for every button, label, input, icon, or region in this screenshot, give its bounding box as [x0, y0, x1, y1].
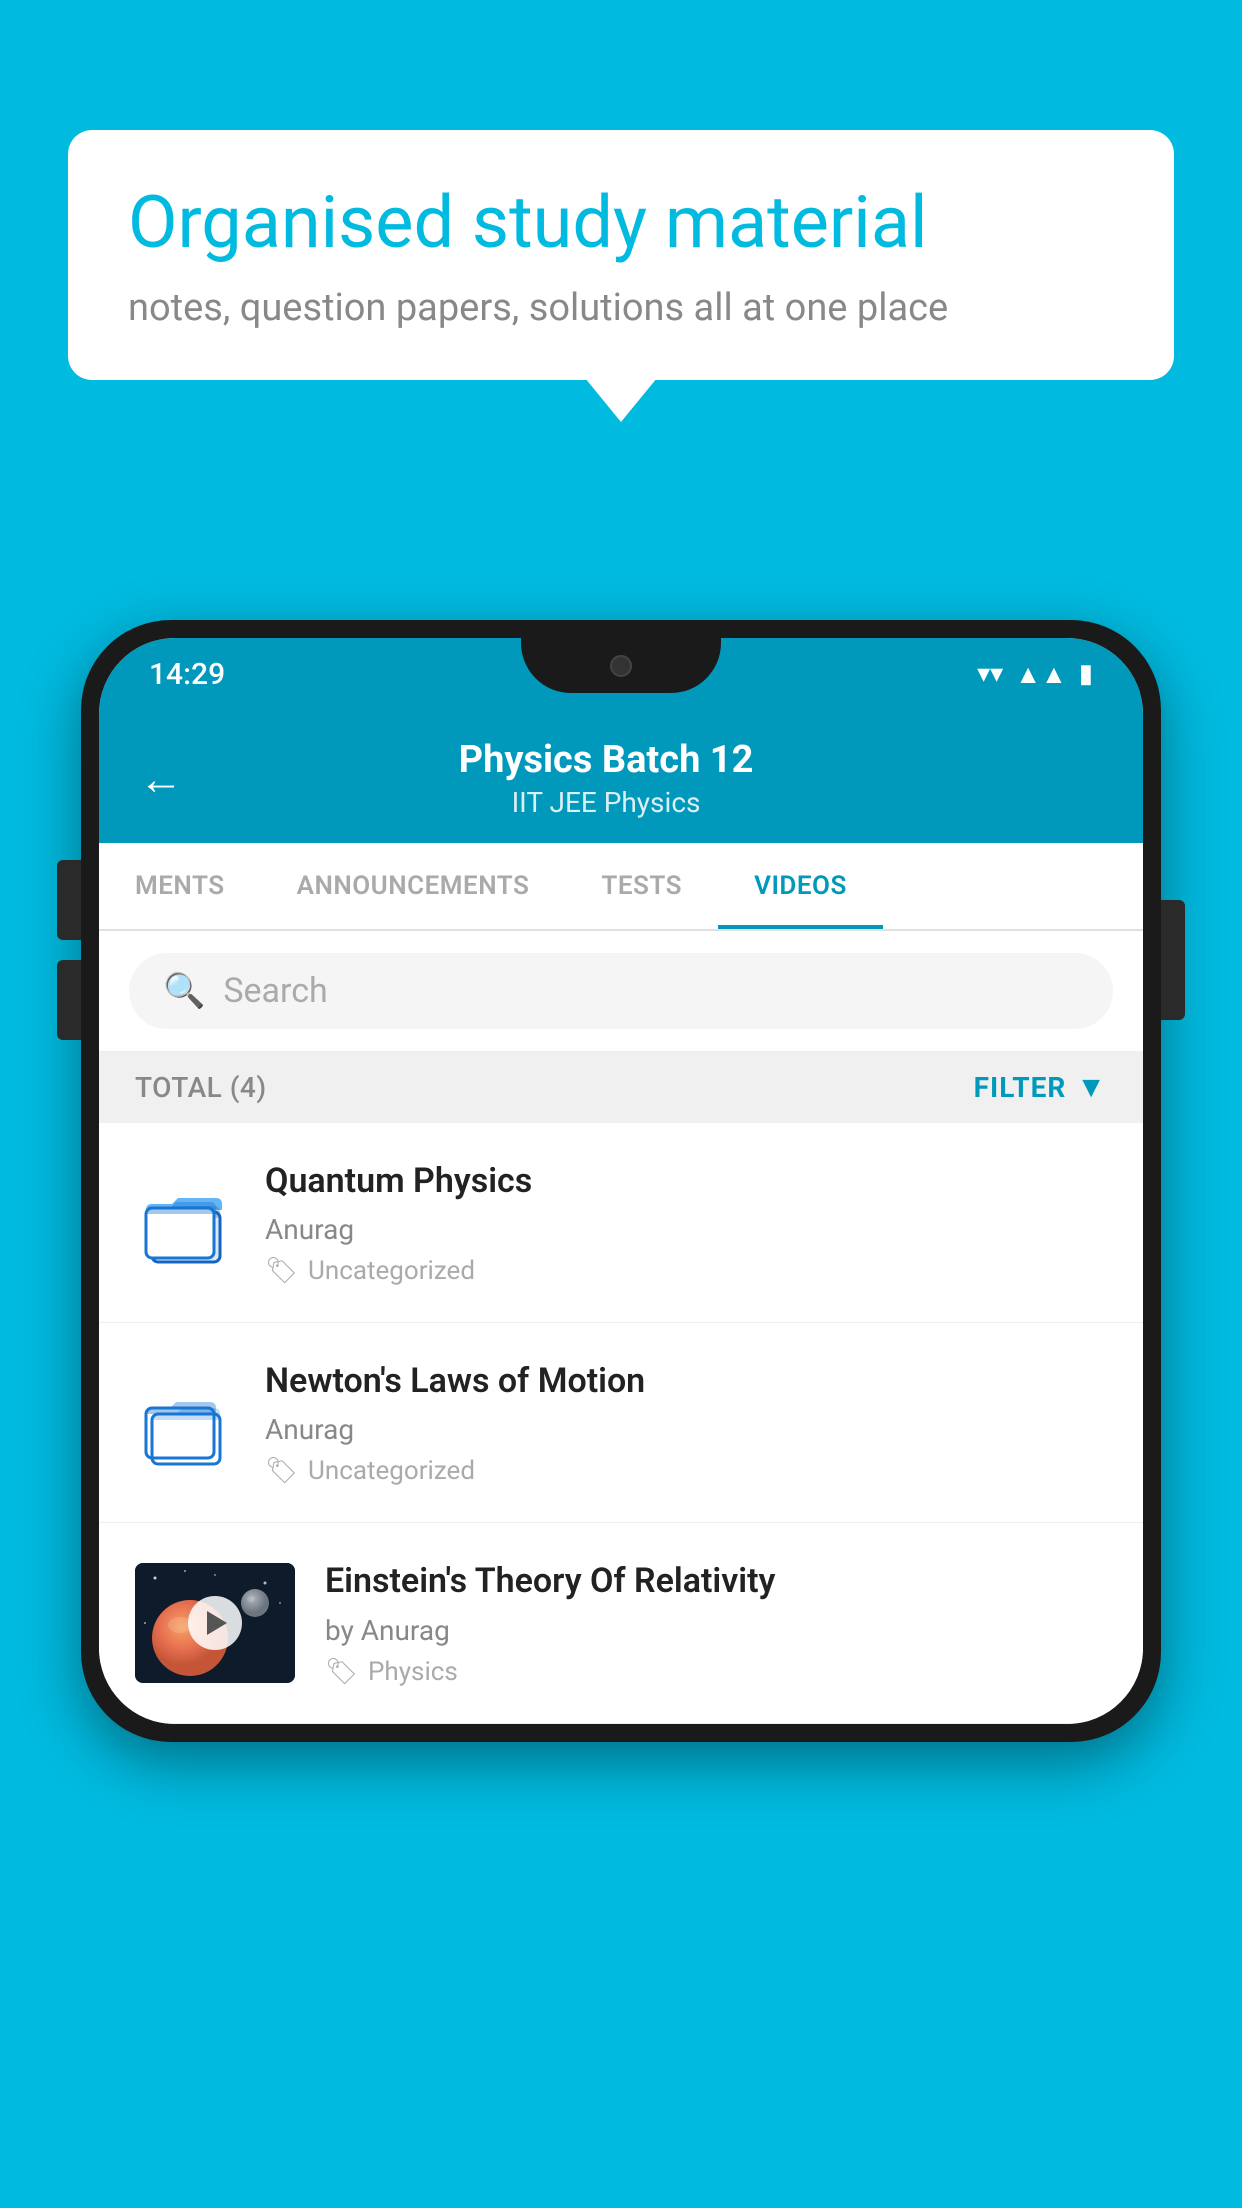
bubble-subtitle: notes, question papers, solutions all at…	[128, 286, 1114, 330]
speech-bubble: Organised study material notes, question…	[68, 130, 1174, 380]
folder-icon-wrap	[135, 1380, 235, 1466]
tag-label: Physics	[368, 1657, 458, 1687]
filter-button[interactable]: FILTER ▼	[974, 1070, 1107, 1105]
folder-icon	[142, 1380, 228, 1466]
header-title-section: Physics Batch 12 IIT JEE Physics	[213, 738, 999, 819]
video-title: Newton's Laws of Motion	[265, 1359, 1107, 1403]
total-count: TOTAL (4)	[135, 1071, 267, 1104]
play-button[interactable]	[188, 1596, 242, 1650]
video-tag: 🏷 Uncategorized	[265, 1256, 1107, 1286]
video-author: Anurag	[265, 1413, 1107, 1446]
tag-icon: 🏷	[325, 1657, 358, 1687]
search-input[interactable]: Search	[223, 971, 327, 1011]
header-subtitle: IIT JEE Physics	[213, 786, 999, 819]
list-item[interactable]: Newton's Laws of Motion Anurag 🏷 Uncateg…	[99, 1323, 1143, 1523]
volume-down-button[interactable]	[57, 960, 81, 1040]
search-bar[interactable]: 🔍 Search	[129, 953, 1113, 1029]
tab-announcements[interactable]: ANNOUNCEMENTS	[261, 843, 566, 929]
tag-label: Uncategorized	[308, 1256, 475, 1286]
signal-icon: ▲▲	[1015, 659, 1066, 690]
tabs-bar: MENTS ANNOUNCEMENTS TESTS VIDEOS	[99, 843, 1143, 931]
search-icon: 🔍	[163, 971, 205, 1011]
wifi-icon: ▾▾	[977, 659, 1003, 689]
folder-icon-wrap	[135, 1180, 235, 1266]
status-icons: ▾▾ ▲▲ ▮	[977, 659, 1093, 690]
camera	[610, 655, 632, 677]
folder-icon	[142, 1180, 228, 1266]
thumbnail-bg	[135, 1563, 295, 1683]
volume-up-button[interactable]	[57, 860, 81, 940]
video-thumbnail	[135, 1563, 295, 1683]
video-author: Anurag	[265, 1213, 1107, 1246]
video-info: Einstein's Theory Of Relativity by Anura…	[325, 1559, 1107, 1686]
filter-bar: TOTAL (4) FILTER ▼	[99, 1052, 1143, 1123]
video-info: Quantum Physics Anurag 🏷 Uncategorized	[265, 1159, 1107, 1286]
video-list: Quantum Physics Anurag 🏷 Uncategorized	[99, 1123, 1143, 1724]
search-bar-container: 🔍 Search	[99, 931, 1143, 1052]
speech-bubble-container: Organised study material notes, question…	[68, 130, 1174, 380]
status-bar: 14:29 ▾▾ ▲▲ ▮	[99, 638, 1143, 710]
power-button[interactable]	[1161, 900, 1185, 1020]
phone-mockup: 14:29 ▾▾ ▲▲ ▮ ← Physics Batch 12 IIT JEE…	[81, 620, 1161, 1742]
video-title: Einstein's Theory Of Relativity	[325, 1559, 1107, 1603]
filter-icon: ▼	[1076, 1070, 1107, 1105]
notch	[521, 638, 721, 693]
video-tag: 🏷 Uncategorized	[265, 1456, 1107, 1486]
list-item[interactable]: Quantum Physics Anurag 🏷 Uncategorized	[99, 1123, 1143, 1323]
status-time: 14:29	[149, 657, 225, 692]
tab-tests[interactable]: TESTS	[565, 843, 718, 929]
tag-icon: 🏷	[265, 1456, 298, 1486]
video-tag: 🏷 Physics	[325, 1657, 1107, 1687]
video-title: Quantum Physics	[265, 1159, 1107, 1203]
list-item[interactable]: Einstein's Theory Of Relativity by Anura…	[99, 1523, 1143, 1723]
app-header: ← Physics Batch 12 IIT JEE Physics	[99, 710, 1143, 843]
back-button[interactable]: ←	[139, 753, 183, 805]
bubble-title: Organised study material	[128, 180, 1114, 266]
video-author: by Anurag	[325, 1614, 1107, 1647]
phone-screen: 14:29 ▾▾ ▲▲ ▮ ← Physics Batch 12 IIT JEE…	[99, 638, 1143, 1724]
header-title: Physics Batch 12	[213, 738, 999, 782]
phone-outer: 14:29 ▾▾ ▲▲ ▮ ← Physics Batch 12 IIT JEE…	[81, 620, 1161, 1742]
battery-icon: ▮	[1079, 659, 1093, 689]
video-info: Newton's Laws of Motion Anurag 🏷 Uncateg…	[265, 1359, 1107, 1486]
filter-label: FILTER	[974, 1071, 1067, 1104]
tab-ments[interactable]: MENTS	[99, 843, 261, 929]
tab-videos[interactable]: VIDEOS	[718, 843, 883, 929]
tag-label: Uncategorized	[308, 1456, 475, 1486]
tag-icon: 🏷	[265, 1256, 298, 1286]
